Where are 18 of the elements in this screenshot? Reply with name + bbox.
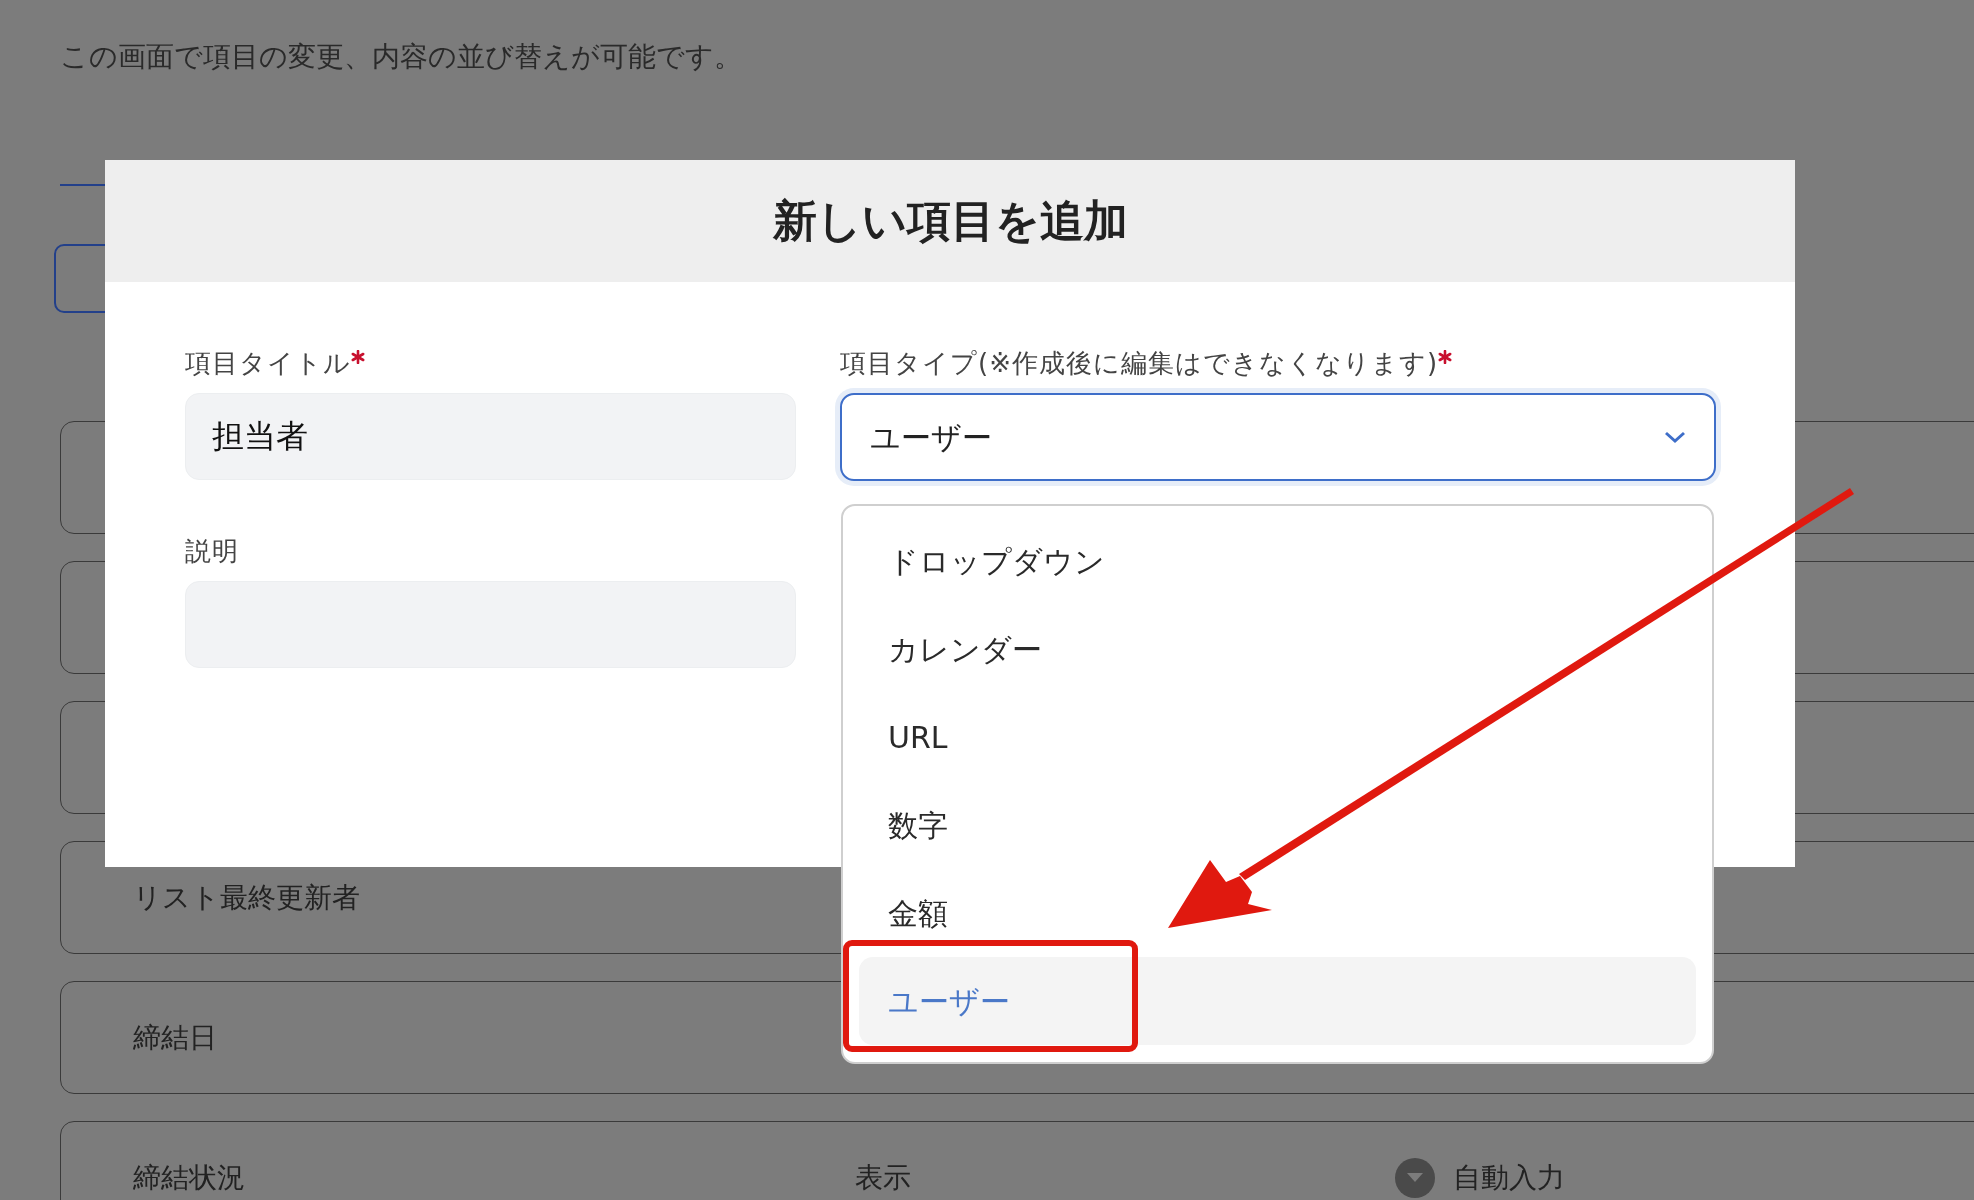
- dropdown-option[interactable]: ユーザー: [859, 957, 1696, 1045]
- row-label: 締結日: [133, 1019, 217, 1056]
- title-input[interactable]: 担当者: [185, 393, 796, 480]
- dropdown-option[interactable]: ドロップダウン: [859, 517, 1696, 605]
- dropdown-option[interactable]: 金額: [859, 869, 1696, 957]
- field-label: 項目タイトル: [185, 347, 351, 380]
- field-label: 説明: [185, 535, 239, 568]
- modal-title: 新しい項目を追加: [772, 194, 1128, 248]
- visibility-text: 表示: [855, 1160, 911, 1194]
- page-description: この画面で項目の変更、内容の並び替えが可能です。: [60, 39, 743, 75]
- field-label: 項目タイプ(※作成後に編集はできなくなります): [840, 347, 1439, 380]
- dropdown-option[interactable]: URL: [859, 693, 1696, 781]
- dropdown-option[interactable]: 数字: [859, 781, 1696, 869]
- input-mode-text: 自動入力: [1453, 1159, 1565, 1196]
- dropdown-icon[interactable]: [1395, 1157, 1435, 1198]
- dropdown-option[interactable]: カレンダー: [859, 605, 1696, 693]
- row-label: 締結状況: [133, 1159, 245, 1196]
- row-label: リスト最終更新者: [133, 879, 360, 916]
